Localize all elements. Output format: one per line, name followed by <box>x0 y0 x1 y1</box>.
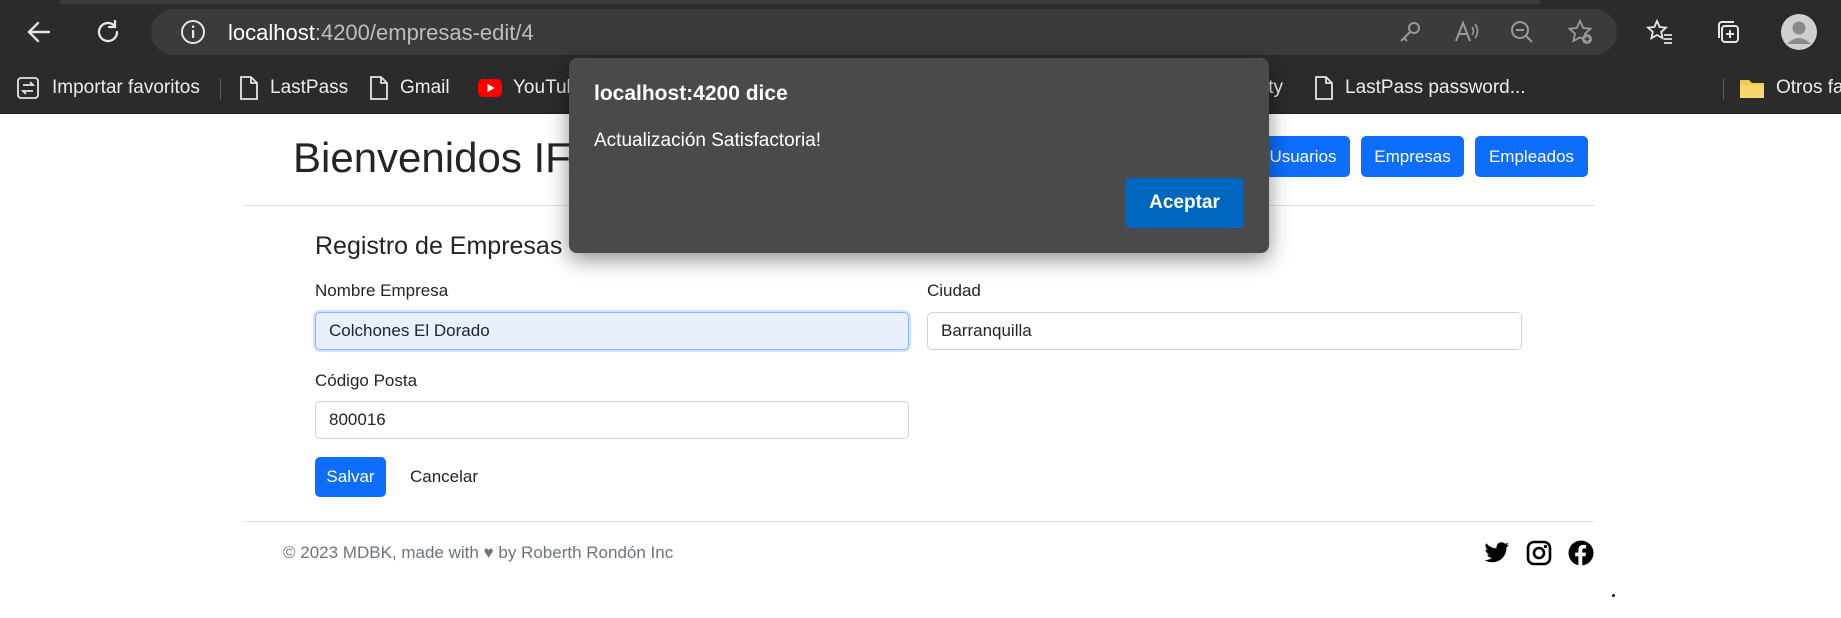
folder-icon <box>1739 77 1765 99</box>
profile-button[interactable] <box>1779 12 1819 52</box>
page-icon <box>1314 75 1334 101</box>
bookmark-separator <box>1723 78 1724 100</box>
youtube-icon <box>478 79 502 97</box>
city-label: Ciudad <box>927 281 981 300</box>
url-host: localhost <box>228 20 315 45</box>
add-favorite-icon[interactable] <box>1565 17 1595 47</box>
reload-icon <box>97 19 119 43</box>
import-favorites-icon <box>15 75 41 101</box>
nav-empresas-button[interactable]: Empresas <box>1361 136 1464 177</box>
instagram-icon <box>1526 540 1552 566</box>
twitter-icon <box>1484 542 1509 563</box>
nav-empleados-button[interactable]: Empleados <box>1475 136 1588 177</box>
collections-icon <box>1718 21 1739 43</box>
nav-usuarios-button[interactable]: Usuarios <box>1256 136 1350 177</box>
bookmark-label: Importar favoritos <box>52 77 200 98</box>
url-text: localhost:4200/empresas-edit/4 <box>228 20 534 46</box>
postal-code-label: Código Posta <box>315 371 418 390</box>
password-key-icon[interactable] <box>1395 17 1425 47</box>
zoom-out-icon[interactable] <box>1507 17 1537 47</box>
reload-button[interactable] <box>88 12 128 52</box>
back-button[interactable] <box>19 12 59 52</box>
cancel-button[interactable]: Cancelar <box>410 457 478 497</box>
browser-toolbar: localhost:4200/empresas-edit/4 <box>0 0 1841 64</box>
favorites-icon <box>1646 18 1672 44</box>
facebook-link[interactable] <box>1567 539 1595 567</box>
footer-divider <box>244 521 1595 522</box>
url-path: :4200/empresas-edit/4 <box>314 20 534 45</box>
collections-button[interactable] <box>1708 12 1748 52</box>
bookmark-gmail[interactable]: Gmail <box>369 72 450 104</box>
company-name-input[interactable] <box>315 312 909 350</box>
read-aloud-icon[interactable] <box>1451 17 1481 47</box>
alert-dialog: localhost:4200 dice Actualización Satisf… <box>569 58 1269 253</box>
bookmark-label: Gmail <box>400 77 450 98</box>
avatar-icon <box>1781 14 1817 50</box>
site-info-icon[interactable] <box>178 17 208 47</box>
save-button[interactable]: Salvar <box>315 457 386 497</box>
brand-title: Bienvenidos IFA <box>293 134 597 181</box>
city-input[interactable] <box>927 312 1522 350</box>
postal-code-input[interactable] <box>315 401 909 439</box>
bookmark-label: LastPass <box>270 77 349 98</box>
bookmark-import-favorites[interactable]: Importar favoritos <box>15 72 200 104</box>
page-icon <box>239 75 259 101</box>
form-title: Registro de Empresas <box>315 232 563 260</box>
company-name-label: Nombre Empresa <box>315 281 449 300</box>
back-arrow-icon <box>27 21 51 43</box>
bookmark-label: LastPass password... <box>1345 77 1526 98</box>
tab-strip-edge <box>60 0 1540 4</box>
instagram-link[interactable] <box>1525 539 1553 567</box>
stray-dot <box>1612 594 1615 597</box>
dialog-message: Actualización Satisfactoria! <box>594 130 822 151</box>
page-icon <box>369 75 389 101</box>
dialog-title: localhost:4200 dice <box>594 82 788 105</box>
bookmark-lastpass[interactable]: LastPass <box>239 72 348 104</box>
facebook-icon <box>1568 540 1594 566</box>
accept-button[interactable]: Aceptar <box>1126 178 1243 228</box>
bookmark-label: Otros fa <box>1776 77 1841 98</box>
footer-copyright: © 2023 MDBK, made with ♥ by Roberth Rond… <box>283 543 674 562</box>
bookmark-lastpass-password[interactable]: LastPass password... <box>1314 72 1526 104</box>
bookmark-separator <box>220 78 221 100</box>
address-bar[interactable]: localhost:4200/empresas-edit/4 <box>151 9 1617 55</box>
twitter-link[interactable] <box>1483 539 1511 567</box>
bookmark-other-favorites[interactable]: Otros fa <box>1739 72 1841 104</box>
favorites-button[interactable] <box>1640 12 1680 52</box>
